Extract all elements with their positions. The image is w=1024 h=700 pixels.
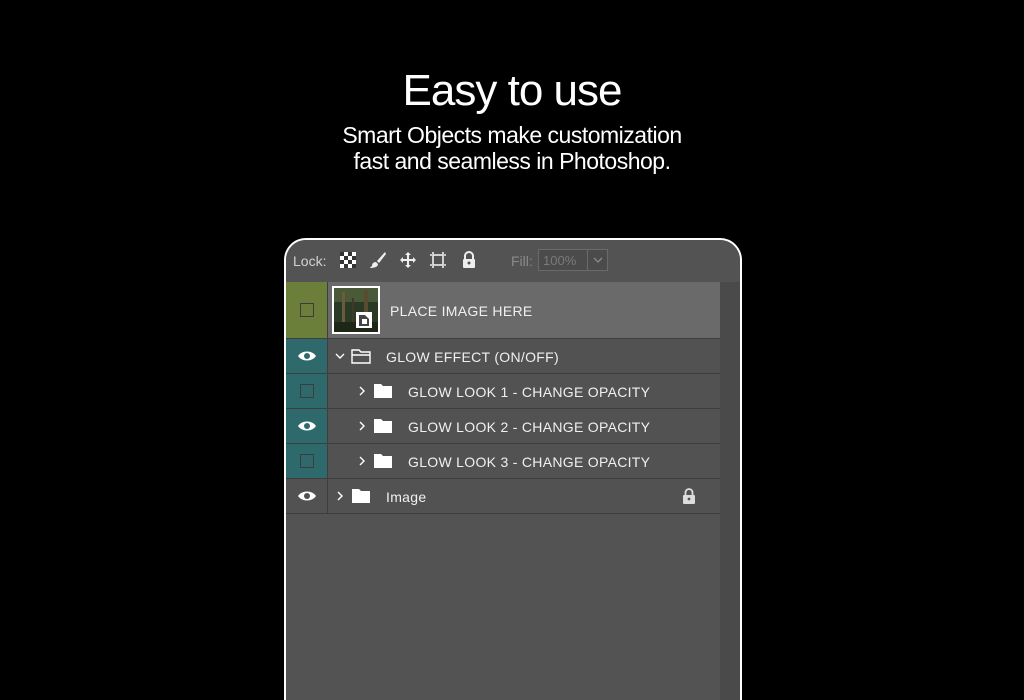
layers-list: PLACE IMAGE HERE GLOW EFFECT (ON/OFF) GL… [286, 282, 720, 514]
layer-row-glow-look-3[interactable]: GLOW LOOK 3 - CHANGE OPACITY [286, 444, 720, 479]
lock-toolbar: Lock: Fill: 100% [286, 240, 740, 282]
visibility-off-box [300, 303, 314, 317]
padlock-icon [683, 488, 695, 504]
visibility-toggle[interactable] [286, 409, 328, 443]
folder-icon [374, 384, 392, 398]
chevron-right-icon[interactable] [335, 491, 345, 501]
layer-name: GLOW LOOK 1 - CHANGE OPACITY [408, 384, 651, 400]
page-subtitle: Smart Objects make customization fast an… [0, 122, 1024, 174]
layer-row-glow-effect[interactable]: GLOW EFFECT (ON/OFF) [286, 339, 720, 374]
visibility-off-box [300, 454, 314, 468]
visibility-toggle[interactable] [286, 282, 328, 338]
layer-name: GLOW EFFECT (ON/OFF) [386, 349, 559, 365]
visibility-toggle[interactable] [286, 479, 328, 513]
fill-value: 100% [543, 253, 577, 268]
chevron-right-icon[interactable] [357, 456, 367, 466]
eye-icon [298, 491, 316, 501]
lock-all-icon[interactable] [460, 251, 478, 269]
chevron-right-icon[interactable] [357, 386, 367, 396]
folder-icon [352, 489, 370, 503]
layer-row-glow-look-2[interactable]: GLOW LOOK 2 - CHANGE OPACITY [286, 409, 720, 444]
page-title: Easy to use [402, 66, 623, 115]
visibility-off-box [300, 384, 314, 398]
folder-open-icon [351, 349, 371, 364]
fill-dropdown-button[interactable] [587, 250, 608, 270]
folder-icon [374, 454, 392, 468]
layers-panel: Lock: Fill: 100% PLACE IMAGE HERE GLOW E… [284, 238, 742, 700]
visibility-toggle[interactable] [286, 339, 328, 373]
folder-icon [374, 419, 392, 433]
chevron-down-icon[interactable] [335, 351, 345, 361]
lock-artboard-icon[interactable] [429, 251, 447, 269]
fill-field[interactable]: 100% [538, 249, 608, 271]
fill-label: Fill: [511, 253, 533, 269]
lock-position-icon[interactable] [399, 251, 417, 269]
visibility-toggle[interactable] [286, 444, 328, 478]
eye-icon [298, 351, 316, 361]
lock-image-pixels-icon[interactable] [369, 251, 387, 269]
layer-row-glow-look-1[interactable]: GLOW LOOK 1 - CHANGE OPACITY [286, 374, 720, 409]
lock-label: Lock: [293, 253, 327, 269]
eye-icon [298, 421, 316, 431]
lock-transparent-pixels-icon[interactable] [339, 251, 357, 269]
layer-name: GLOW LOOK 3 - CHANGE OPACITY [408, 454, 651, 470]
chevron-down-icon [593, 257, 603, 263]
layer-row-image[interactable]: Image [286, 479, 720, 514]
forest-thumbnail-image [334, 288, 378, 332]
layers-scrollbar[interactable] [720, 282, 740, 700]
subtitle-line-2: fast and seamless in Photoshop. [353, 148, 671, 174]
subtitle-line-1: Smart Objects make customization [342, 122, 682, 148]
layer-row-place-image[interactable]: PLACE IMAGE HERE [286, 282, 720, 339]
layer-name: GLOW LOOK 2 - CHANGE OPACITY [408, 419, 651, 435]
layer-name: Image [386, 489, 427, 505]
chevron-right-icon[interactable] [357, 421, 367, 431]
layer-name: PLACE IMAGE HERE [390, 303, 533, 319]
visibility-toggle[interactable] [286, 374, 328, 408]
smart-object-thumbnail [332, 286, 380, 334]
